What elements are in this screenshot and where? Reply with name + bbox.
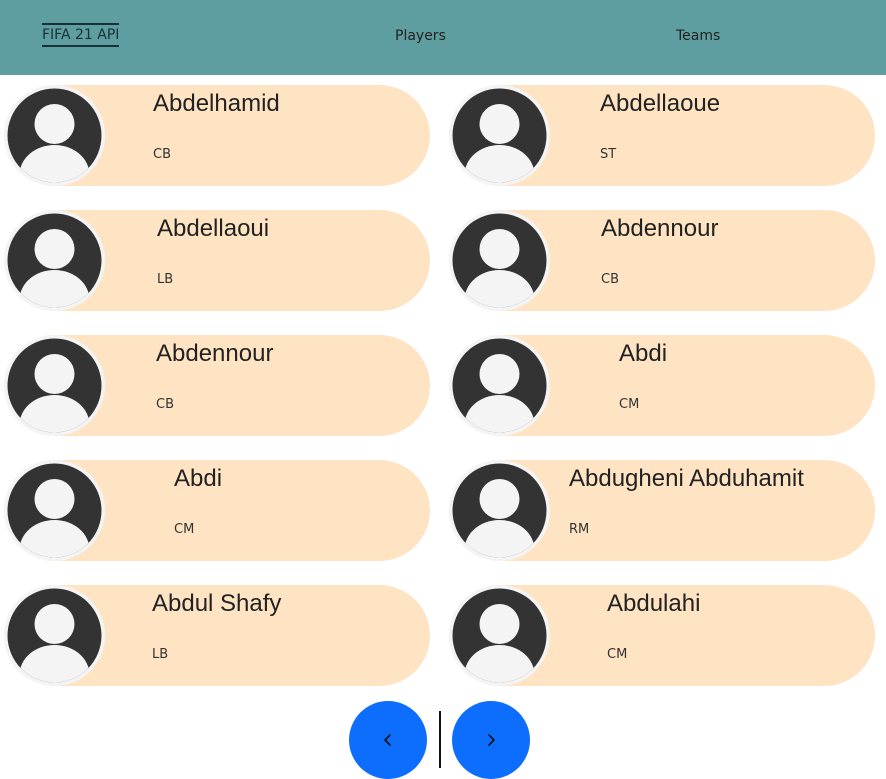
- player-name: Abdugheni Abduhamit: [569, 465, 804, 492]
- avatar: [4, 210, 105, 311]
- player-position: ST: [600, 147, 617, 162]
- player-position: CB: [156, 397, 174, 412]
- player-position: CM: [174, 522, 195, 537]
- avatar: [449, 335, 550, 436]
- previous-page-button[interactable]: [349, 701, 427, 779]
- avatar: [4, 460, 105, 561]
- user-avatar-icon: [7, 338, 102, 433]
- next-page-button[interactable]: [452, 701, 530, 779]
- player-card[interactable]: Abdennour CB: [449, 210, 875, 311]
- user-avatar-icon: [7, 463, 102, 558]
- nav-teams-link[interactable]: Teams: [676, 28, 720, 45]
- player-name: Abdennour: [601, 215, 719, 242]
- avatar: [4, 85, 105, 186]
- player-name: Abdellaoui: [157, 215, 270, 242]
- avatar: [449, 85, 550, 186]
- user-avatar-icon: [452, 588, 547, 683]
- player-card[interactable]: Abdelhamid CB: [4, 85, 430, 186]
- player-name: Abdi: [174, 465, 223, 492]
- player-card[interactable]: Abdi CM: [449, 335, 875, 436]
- player-position: CB: [153, 147, 171, 162]
- pagination-divider: [439, 711, 441, 768]
- avatar: [4, 335, 105, 436]
- player-position: LB: [157, 272, 174, 287]
- user-avatar-icon: [452, 338, 547, 433]
- user-avatar-icon: [7, 213, 102, 308]
- player-name: Abdulahi: [607, 590, 701, 617]
- player-name: Abdi: [619, 340, 668, 367]
- player-position: CM: [607, 647, 628, 662]
- player-name: Abdellaoue: [600, 90, 721, 117]
- player-position: CM: [619, 397, 640, 412]
- user-avatar-icon: [452, 463, 547, 558]
- avatar: [4, 585, 105, 686]
- avatar: [449, 585, 550, 686]
- user-avatar-icon: [452, 213, 547, 308]
- chevron-left-icon: [384, 734, 391, 746]
- player-card[interactable]: Abdulahi CM: [449, 585, 875, 686]
- avatar: [449, 460, 550, 561]
- nav-players-link[interactable]: Players: [395, 28, 446, 45]
- player-name: Abdul Shafy: [152, 590, 282, 617]
- chevron-right-icon: [488, 734, 495, 746]
- avatar: [449, 210, 550, 311]
- player-card[interactable]: Abdellaoue ST: [449, 85, 875, 186]
- player-name: Abdennour: [156, 340, 274, 367]
- user-avatar-icon: [7, 588, 102, 683]
- player-position: LB: [152, 647, 169, 662]
- player-card[interactable]: Abdul Shafy LB: [4, 585, 430, 686]
- nav-brand-link[interactable]: FIFA 21 API: [42, 23, 120, 47]
- player-card[interactable]: Abdi CM: [4, 460, 430, 561]
- player-card[interactable]: Abdennour CB: [4, 335, 430, 436]
- player-position: CB: [601, 272, 619, 287]
- player-position: RM: [569, 522, 590, 537]
- user-avatar-icon: [7, 88, 102, 183]
- player-card[interactable]: Abdellaoui LB: [4, 210, 430, 311]
- player-card[interactable]: Abdugheni Abduhamit RM: [449, 460, 875, 561]
- player-name: Abdelhamid: [153, 90, 280, 117]
- navbar: FIFA 21 API Players Teams: [0, 0, 886, 75]
- user-avatar-icon: [452, 88, 547, 183]
